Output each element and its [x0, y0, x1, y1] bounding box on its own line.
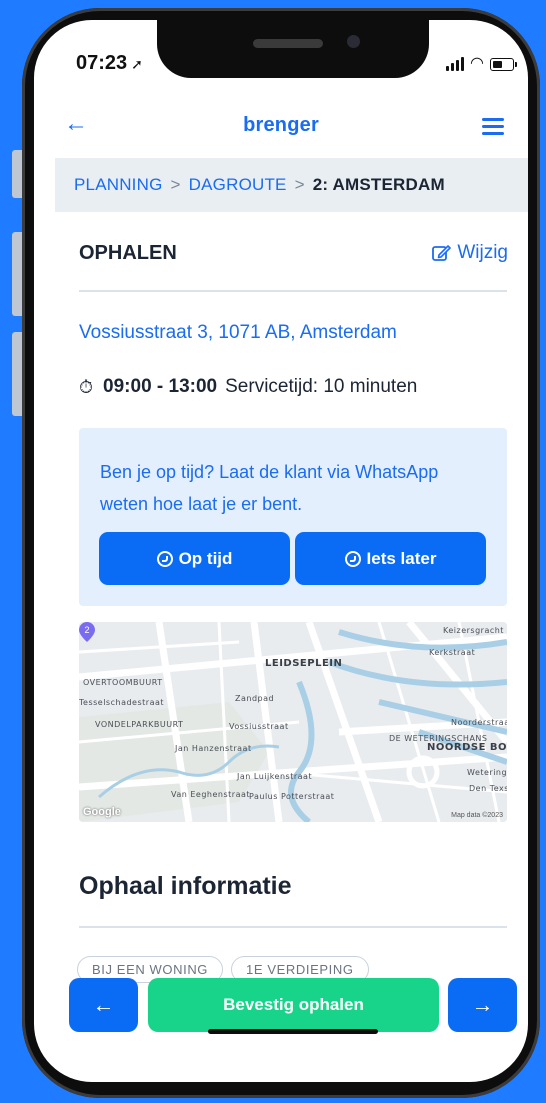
whatsapp-icon: [344, 550, 361, 567]
previous-button[interactable]: ←: [69, 978, 138, 1032]
status-time: 07:23 ➚: [76, 52, 143, 75]
breadcrumb-planning[interactable]: PLANNING: [74, 175, 163, 194]
info-title: Ophaal informatie: [79, 872, 292, 900]
brenger-logo[interactable]: brenger: [34, 114, 528, 137]
hamburger-menu-icon[interactable]: [482, 118, 504, 135]
map-label-tesselschadestraat: Tesselschadestraat: [79, 698, 165, 707]
phone-notch: [157, 20, 429, 78]
phone-volume-up: [12, 232, 22, 316]
map-label-kerkstraat: Kerkstraat: [429, 648, 476, 657]
time-text: 07:23: [76, 52, 128, 74]
location-arrow-icon: ➚: [131, 56, 143, 72]
google-logo: Google: [83, 806, 121, 818]
map-label-paulus-potterstraat: Paulus Potterstraat: [249, 792, 335, 801]
map-label-jan-hanzenstraat: Jan Hanzenstraat: [175, 744, 252, 753]
map-label-van-eeghenstraat: Van Eeghenstraat: [171, 790, 251, 799]
section-title: OPHALEN: [79, 242, 177, 264]
later-button[interactable]: Iets later: [295, 532, 486, 585]
time-window: 09:00 - 13:00: [103, 376, 218, 397]
service-time: Servicetijd: 10 minuten: [225, 376, 418, 397]
wifi-icon: ◠: [470, 55, 484, 72]
system-icons: ◠: [446, 55, 517, 72]
map-label-leidseplein: LEIDSEPLEIN: [265, 658, 343, 669]
breadcrumb-separator: >: [294, 175, 305, 194]
map-label-den-texstraat: Den Texstraat: [469, 784, 507, 793]
map-label-overtoombuurt: OVERTOOMBUURT: [83, 678, 163, 687]
map-label-vossiusstraat: Vossiusstraat: [229, 722, 289, 731]
map-data-attribution: Map data ©2023: [451, 812, 503, 819]
breadcrumb: PLANNING > DAGROUTE >2: AMSTERDAM: [55, 158, 528, 212]
map-label-vondelparkbuurt: VONDELPARKBUURT: [95, 720, 184, 729]
edit-label: Wijzig: [457, 242, 508, 263]
arrow-right-icon: →: [471, 992, 494, 1017]
battery-icon: [490, 57, 517, 71]
breadcrumb-dagroute[interactable]: DAGROUTE: [189, 175, 287, 194]
home-indicator[interactable]: [208, 1029, 378, 1034]
signal-bars-icon: [446, 57, 465, 71]
front-camera: [347, 35, 360, 48]
address-link[interactable]: Vossiusstraat 3, 1071 AB, Amsterdam: [79, 322, 397, 344]
map-label-jan-luijkenstraat: Jan Luijkenstraat: [237, 772, 313, 781]
stopwatch-icon: ⏱: [79, 376, 94, 397]
map-label-weteringschans-street: Weteringschans: [467, 768, 507, 777]
breadcrumb-separator: >: [170, 175, 181, 194]
app-header: ← brenger: [34, 96, 528, 156]
bottom-action-bar: ← Bevestig ophalen →: [69, 978, 517, 1032]
section-divider: [79, 290, 507, 292]
map-label-noordse-bos: NOORDSE BOS: [427, 742, 507, 753]
info-divider: [79, 926, 507, 928]
map-pin-icon[interactable]: 2: [79, 622, 95, 642]
later-label: Iets later: [366, 548, 437, 568]
on-time-label: Op tijd: [178, 548, 233, 568]
speaker: [253, 39, 323, 48]
whatsapp-icon: [156, 550, 173, 567]
map-label-zandpad: Zandpad: [235, 694, 275, 703]
timeslot: ⏱ 09:00 - 13:00 Servicetijd: 10 minuten: [79, 376, 417, 398]
whatsapp-card: Ben je op tijd? Laat de klant via WhatsA…: [79, 428, 507, 606]
phone-volume-down: [12, 332, 22, 416]
confirm-pickup-button[interactable]: Bevestig ophalen: [148, 978, 439, 1032]
edit-button[interactable]: Wijzig: [431, 242, 508, 264]
arrow-left-icon: ←: [92, 992, 115, 1017]
edit-icon: [432, 245, 452, 261]
map-view[interactable]: LEIDSEPLEIN OVERTOOMBUURT VONDELPARKBUUR…: [79, 622, 507, 822]
map-label-keizersgracht: Keizersgracht: [443, 626, 504, 635]
map-label-noorderstraat: Noorderstraat: [451, 718, 507, 727]
breadcrumb-current: 2: AMSTERDAM: [312, 175, 445, 194]
on-time-button[interactable]: Op tijd: [99, 532, 290, 585]
whatsapp-message: Ben je op tijd? Laat de klant via WhatsA…: [100, 462, 439, 514]
next-button[interactable]: →: [448, 978, 517, 1032]
phone-mute-switch: [12, 150, 22, 198]
map-pin-number: 2: [84, 625, 89, 635]
